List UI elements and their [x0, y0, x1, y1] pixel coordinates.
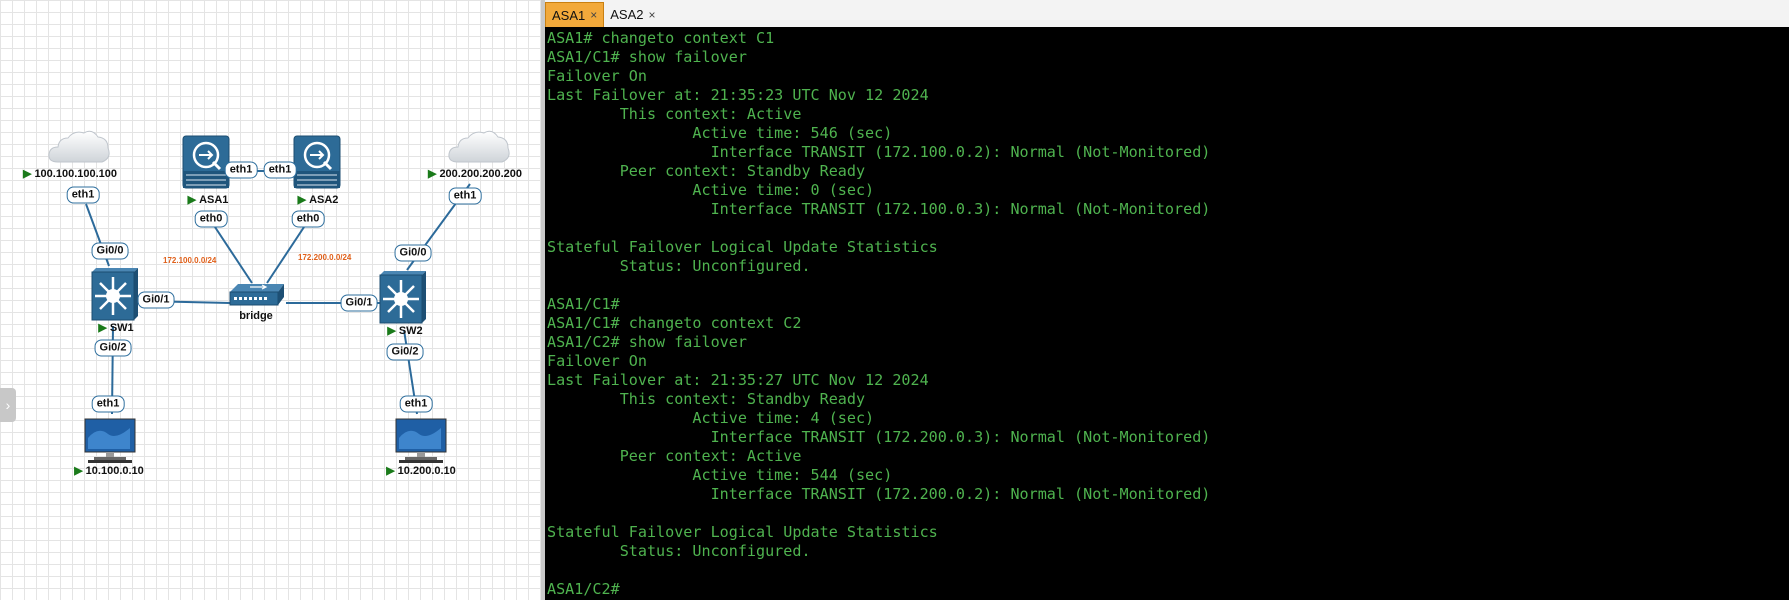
pc-right-label: ▶ 10.200.0.10 — [386, 464, 456, 478]
running-icon: ▶ — [98, 322, 107, 334]
terminal-line: Status: Unconfigured. — [547, 542, 811, 560]
terminal-line: Stateful Failover Logical Update Statist… — [547, 523, 938, 541]
terminal-line: Interface TRANSIT (172.200.0.3): Normal … — [547, 428, 1211, 446]
topology-canvas[interactable]: ▶ 100.100.100.100 ▶ 200.200.200.200 ▶ AS… — [0, 0, 541, 600]
cloud-icon[interactable] — [446, 128, 512, 166]
terminal-line: Peer context: Active — [547, 447, 802, 465]
expand-sidebar-button[interactable]: › — [0, 388, 16, 422]
terminal-line: Active time: 544 (sec) — [547, 466, 893, 484]
terminal-line: Last Failover at: 21:35:23 UTC Nov 12 20… — [547, 86, 929, 104]
running-icon: ▶ — [22, 168, 32, 180]
pc-icon[interactable] — [84, 418, 136, 464]
close-icon[interactable]: × — [649, 8, 656, 22]
running-icon: ▶ — [427, 168, 437, 180]
port-label[interactable]: Gi0/0 — [91, 242, 129, 260]
link-asa2-bridge — [266, 220, 309, 284]
tab-title: ASA2 — [610, 7, 644, 22]
subnet-label-right: 172.200.0.0/24 — [298, 253, 352, 262]
bridge-label: bridge — [239, 310, 273, 322]
close-icon[interactable]: × — [590, 8, 597, 22]
port-label[interactable]: eth1 — [224, 161, 258, 179]
terminal-line: Active time: 0 (sec) — [547, 181, 875, 199]
sw1-label: ▶ SW1 — [98, 321, 134, 335]
terminal-line: Interface TRANSIT (172.200.0.2): Normal … — [547, 485, 1211, 503]
port-label[interactable]: eth0 — [291, 210, 325, 228]
asa1-label: ▶ ASA1 — [187, 193, 229, 207]
cloud-left-label: ▶ 100.100.100.100 — [22, 167, 118, 181]
terminal-line: ASA1/C1# — [547, 295, 620, 313]
terminal-line: This context: Standby Ready — [547, 390, 866, 408]
port-label[interactable]: Gi0/2 — [386, 343, 424, 361]
terminal-line: ASA1/C2# show failover — [547, 333, 747, 351]
port-label[interactable]: eth0 — [194, 210, 228, 228]
port-label[interactable]: Gi0/2 — [94, 339, 132, 357]
terminal-line: Peer context: Standby Ready — [547, 162, 866, 180]
port-label[interactable]: eth1 — [263, 161, 297, 179]
terminal-line: Failover On — [547, 352, 647, 370]
port-label[interactable]: eth1 — [448, 187, 482, 205]
terminal-line: Failover On — [547, 67, 647, 85]
cloud-right-label: ▶ 200.200.200.200 — [427, 167, 523, 181]
pc-left-label: ▶ 10.100.0.10 — [74, 464, 144, 478]
port-label[interactable]: Gi0/1 — [340, 294, 378, 312]
terminal-line: ASA1/C2# — [547, 580, 620, 598]
terminal-line: Active time: 546 (sec) — [547, 124, 893, 142]
port-label[interactable]: Gi0/1 — [137, 291, 175, 309]
pc-icon[interactable] — [395, 418, 447, 464]
tab-asa2[interactable]: ASA2 × — [604, 2, 661, 27]
terminal-line: Stateful Failover Logical Update Statist… — [547, 238, 938, 256]
firewall-icon[interactable] — [293, 135, 341, 189]
terminal-line: Interface TRANSIT (172.100.0.3): Normal … — [547, 200, 1211, 218]
firewall-icon[interactable] — [182, 135, 230, 189]
subnet-label-left: 172.100.0.0/24 — [163, 256, 217, 265]
tab-title: ASA1 — [552, 7, 586, 23]
terminal-line: ASA1/C1# changeto context C2 — [547, 314, 802, 332]
cloud-icon[interactable] — [46, 128, 112, 166]
sw2-label: ▶ SW2 — [387, 324, 423, 338]
running-icon: ▶ — [74, 465, 83, 477]
link-asa1-bridge — [210, 220, 253, 284]
port-label[interactable]: eth1 — [399, 395, 433, 413]
terminal-output[interactable]: ASA1# changeto context C1 ASA1/C1# show f… — [545, 27, 1789, 600]
terminal-line: Active time: 4 (sec) — [547, 409, 875, 427]
chevron-right-icon: › — [5, 397, 11, 413]
port-label[interactable]: Gi0/0 — [394, 244, 432, 262]
terminal-line: ASA1/C1# show failover — [547, 48, 747, 66]
terminal-line: ASA1# changeto context C1 — [547, 29, 775, 47]
terminal-line: Last Failover at: 21:35:27 UTC Nov 12 20… — [547, 371, 929, 389]
terminal-line: Interface TRANSIT (172.100.0.2): Normal … — [547, 143, 1211, 161]
tab-asa1[interactable]: ASA1 × — [545, 2, 605, 27]
switch-icon[interactable] — [376, 271, 430, 325]
running-icon: ▶ — [297, 194, 307, 206]
bridge-icon[interactable] — [228, 280, 286, 308]
terminal-line: Status: Unconfigured. — [547, 257, 811, 275]
console-tab-bar: ASA1 × ASA2 × — [545, 0, 1789, 28]
running-icon: ▶ — [187, 194, 197, 206]
port-label[interactable]: eth1 — [91, 395, 125, 413]
running-icon: ▶ — [386, 465, 395, 477]
asa2-label: ▶ ASA2 — [297, 193, 339, 207]
running-icon: ▶ — [387, 325, 396, 337]
terminal-panel: ASA1 × ASA2 × ASA1# changeto context C1 A… — [541, 0, 1789, 600]
terminal-line: This context: Active — [547, 105, 802, 123]
port-label[interactable]: eth1 — [66, 186, 100, 204]
switch-icon[interactable] — [88, 268, 142, 322]
